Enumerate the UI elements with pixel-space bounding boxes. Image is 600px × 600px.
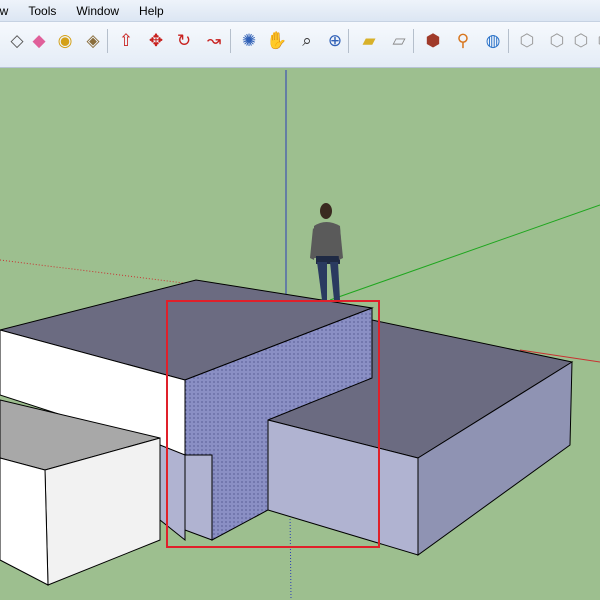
- paint-bucket-icon[interactable]: ◈: [80, 27, 106, 53]
- top-view-icon[interactable]: ⬡: [544, 27, 570, 53]
- front-view-icon[interactable]: ⬡: [568, 27, 594, 53]
- toolbar-separator: [230, 29, 231, 53]
- google-earth-icon[interactable]: ◍: [480, 27, 506, 53]
- menu-help[interactable]: Help: [138, 4, 165, 18]
- zoom-extents-icon[interactable]: ⊕: [322, 27, 348, 53]
- t-stem-front: [184, 454, 213, 541]
- person-figure: [310, 203, 343, 300]
- share-model-icon[interactable]: ▱: [386, 27, 412, 53]
- toolbar-separator: [413, 29, 414, 53]
- zoom-icon[interactable]: ⌕: [294, 27, 320, 53]
- menu-bar: aw Tools Window Help: [0, 0, 600, 22]
- model-viewport[interactable]: [0, 69, 600, 600]
- follow-me-icon[interactable]: ↝: [201, 27, 227, 53]
- tape-measure-icon[interactable]: ◉: [52, 27, 78, 53]
- green-axis: [329, 204, 600, 301]
- menu-tools[interactable]: Tools: [27, 4, 57, 18]
- pan-icon[interactable]: ✋: [264, 27, 290, 53]
- geolocation-icon[interactable]: ⚲: [450, 27, 476, 53]
- scene[interactable]: [0, 69, 600, 600]
- toolbar-separator: [107, 29, 108, 53]
- orbit-icon[interactable]: ✺: [236, 27, 262, 53]
- right-view-icon[interactable]: ⬡: [592, 27, 600, 53]
- iso-view-icon[interactable]: ⬡: [514, 27, 540, 53]
- move-icon[interactable]: ✥: [143, 27, 169, 53]
- toolbar-separator: [508, 29, 509, 53]
- push-pull-icon[interactable]: ⇧: [113, 27, 139, 53]
- rotate-icon[interactable]: ↻: [171, 27, 197, 53]
- red-axis-dotted: [0, 259, 201, 286]
- lower-left-side: [0, 457, 49, 586]
- eraser-pink-icon[interactable]: ◆: [26, 27, 52, 53]
- toolbar-separator: [348, 29, 349, 53]
- menu-window[interactable]: Window: [75, 4, 120, 18]
- t-column-left-face: [159, 444, 186, 542]
- get-models-icon[interactable]: ▰: [356, 27, 382, 53]
- menu-draw[interactable]: aw: [0, 4, 9, 18]
- components-icon[interactable]: ⬢: [420, 27, 446, 53]
- toolbar: ◇◆◉◈⇧✥↻↝✺✋⌕⊕▰▱⬢⚲◍⬡⬡⬡⬡: [0, 22, 600, 68]
